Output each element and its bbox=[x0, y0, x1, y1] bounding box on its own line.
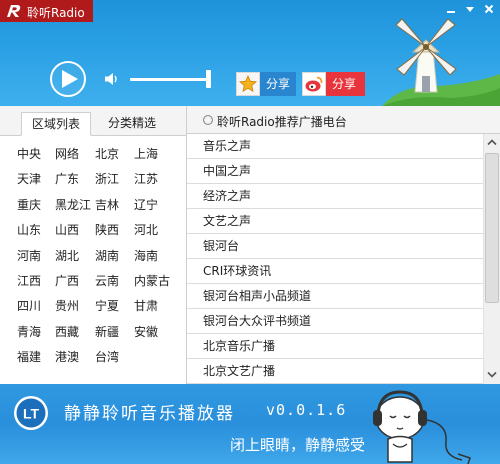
play-button[interactable] bbox=[50, 61, 86, 97]
minimize-icon bbox=[446, 11, 455, 13]
province-item[interactable]: 台湾 bbox=[95, 348, 119, 365]
province-item[interactable]: 内蒙古 bbox=[134, 272, 170, 289]
province-item[interactable]: 江西 bbox=[17, 272, 41, 289]
province-item[interactable]: 西藏 bbox=[55, 323, 79, 340]
title-badge: 聆听Radio bbox=[0, 0, 93, 22]
province-item[interactable]: 网络 bbox=[55, 145, 79, 162]
province-item[interactable]: 黑龙江 bbox=[55, 196, 91, 213]
station-item[interactable]: 文艺之声 bbox=[187, 209, 483, 234]
radio-button[interactable] bbox=[203, 115, 213, 125]
province-item[interactable]: 中央 bbox=[17, 145, 41, 162]
station-list-header: 聆听Radio推荐广播电台 bbox=[187, 106, 500, 134]
province-item[interactable]: 港澳 bbox=[55, 348, 79, 365]
province-item[interactable]: 上海 bbox=[134, 145, 158, 162]
province-item[interactable]: 云南 bbox=[95, 272, 119, 289]
province-item[interactable]: 四川 bbox=[17, 297, 41, 314]
speaker-icon[interactable] bbox=[104, 71, 120, 87]
province-item[interactable]: 甘肃 bbox=[134, 297, 158, 314]
lt-logo-icon: LT bbox=[14, 396, 48, 430]
province-item[interactable]: 重庆 bbox=[17, 196, 41, 213]
province-item[interactable]: 青海 bbox=[17, 323, 41, 340]
province-item[interactable]: 湖南 bbox=[95, 247, 119, 264]
province-item[interactable]: 安徽 bbox=[134, 323, 158, 340]
province-item[interactable]: 宁夏 bbox=[95, 297, 119, 314]
volume-slider[interactable] bbox=[130, 78, 208, 81]
scroll-up-icon[interactable] bbox=[484, 134, 500, 151]
station-item[interactable]: 银河台大众评书频道 bbox=[187, 309, 483, 334]
province-item[interactable]: 新疆 bbox=[95, 323, 119, 340]
scroll-thumb[interactable] bbox=[485, 153, 499, 303]
station-item[interactable]: 北京文艺广播 bbox=[187, 359, 483, 384]
province-item[interactable]: 陕西 bbox=[95, 221, 119, 238]
province-item[interactable]: 广西 bbox=[55, 272, 79, 289]
close-icon bbox=[484, 4, 493, 14]
app-title: 聆听Radio bbox=[27, 6, 85, 20]
province-item[interactable]: 河北 bbox=[134, 221, 158, 238]
station-item[interactable]: 音乐之声 bbox=[187, 134, 483, 159]
province-item[interactable]: 山东 bbox=[17, 221, 41, 238]
tab-region-list[interactable]: 区域列表 bbox=[21, 112, 91, 136]
province-item[interactable]: 福建 bbox=[17, 348, 41, 365]
footer-slogan: 闭上眼睛，静静感受 bbox=[230, 436, 366, 454]
weibo-icon bbox=[305, 76, 323, 92]
player-header: 聆听Radio 分享 分享 bbox=[0, 0, 500, 106]
qq-share-button[interactable]: 分享 bbox=[236, 72, 296, 96]
dropdown-icon bbox=[465, 7, 474, 12]
station-item[interactable]: 银河台 bbox=[187, 234, 483, 259]
qq-share-label: 分享 bbox=[260, 72, 296, 96]
weibo-share-button[interactable]: 分享 bbox=[302, 72, 365, 96]
province-item[interactable]: 天津 bbox=[17, 170, 41, 187]
windmill-illustration bbox=[382, 18, 500, 106]
province-item[interactable]: 广东 bbox=[55, 170, 79, 187]
province-item[interactable]: 湖北 bbox=[55, 247, 79, 264]
station-item[interactable]: 银河台相声小品频道 bbox=[187, 284, 483, 309]
station-item[interactable]: 经济之声 bbox=[187, 184, 483, 209]
province-item[interactable]: 贵州 bbox=[55, 297, 79, 314]
station-item[interactable]: 中国之声 bbox=[187, 159, 483, 184]
province-item[interactable]: 江苏 bbox=[134, 170, 158, 187]
station-scrollbar[interactable] bbox=[483, 134, 500, 384]
province-item[interactable]: 辽宁 bbox=[134, 196, 158, 213]
r-logo-icon bbox=[7, 5, 21, 17]
station-item[interactable]: CRI环球资讯 bbox=[187, 259, 483, 284]
weibo-share-label: 分享 bbox=[326, 72, 365, 96]
province-item[interactable]: 吉林 bbox=[95, 196, 119, 213]
headphone-mascot-illustration bbox=[373, 390, 471, 464]
scroll-down-icon[interactable] bbox=[484, 366, 500, 383]
footer-title: 静静聆听音乐播放器 bbox=[64, 404, 235, 424]
star-icon bbox=[239, 75, 257, 93]
province-item[interactable]: 河南 bbox=[17, 247, 41, 264]
province-item[interactable]: 海南 bbox=[134, 247, 158, 264]
tab-bar: 区域列表 分类精选 bbox=[0, 106, 186, 136]
lt-logo-text: LT bbox=[23, 406, 40, 422]
station-list: 音乐之声 中国之声 经济之声 文艺之声 银河台 CRI环球资讯 银河台相声小品频道 银河台大众… bbox=[187, 134, 483, 384]
volume-knob[interactable] bbox=[206, 70, 211, 88]
tab-category-picks[interactable]: 分类精选 bbox=[97, 112, 167, 136]
province-item[interactable]: 山西 bbox=[55, 221, 79, 238]
footer-version: v0.0.1.6 bbox=[266, 401, 347, 419]
footer-banner: LT 静静聆听音乐播放器 v0.0.1.6 闭上眼睛，静静感受 bbox=[0, 384, 500, 464]
play-icon bbox=[62, 70, 78, 88]
province-item[interactable]: 浙江 bbox=[95, 170, 119, 187]
station-item[interactable]: 北京音乐广播 bbox=[187, 334, 483, 359]
station-list-title: 聆听Radio推荐广播电台 bbox=[217, 115, 347, 129]
province-item[interactable]: 北京 bbox=[95, 145, 119, 162]
